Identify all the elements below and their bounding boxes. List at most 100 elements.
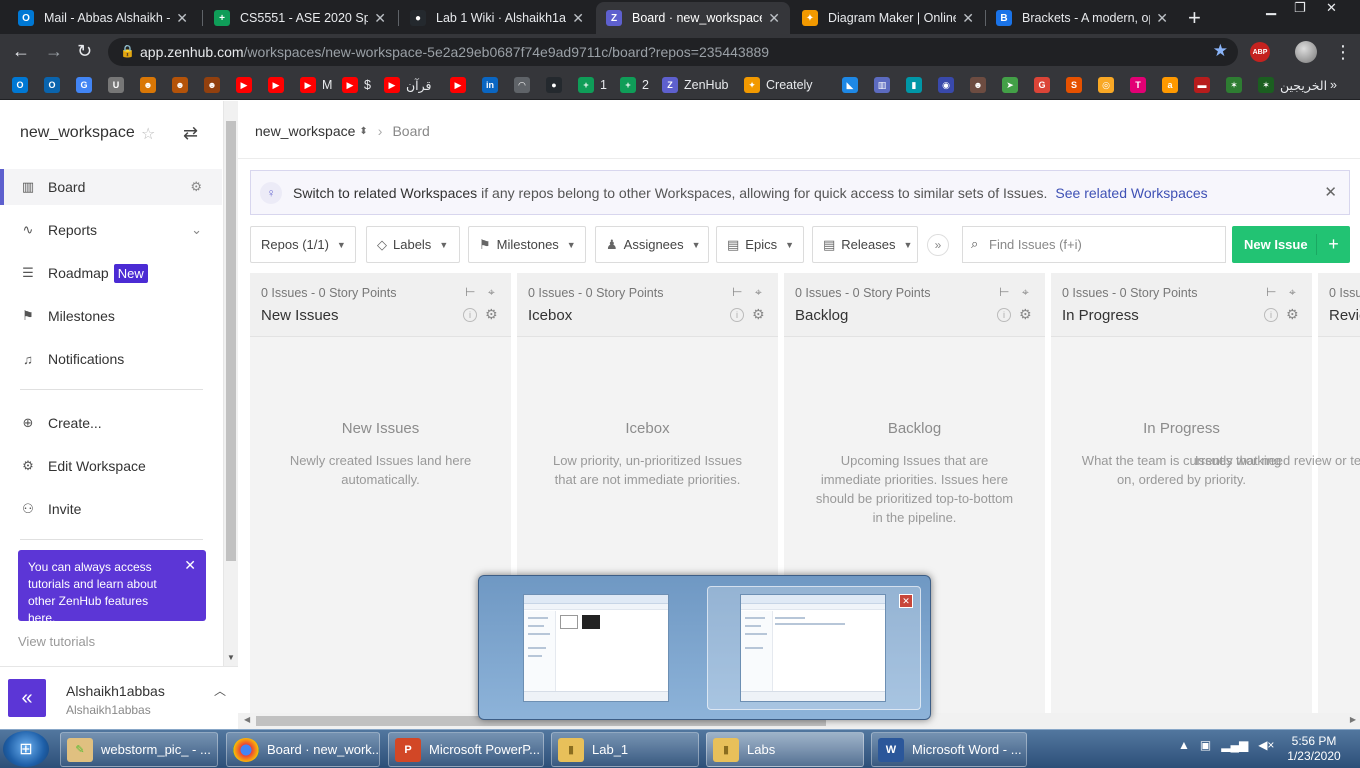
info-icon[interactable]: i — [730, 308, 744, 322]
device-icon[interactable]: ▣ — [1200, 738, 1211, 752]
pin-pipeline-icon[interactable]: ⌖ — [755, 285, 762, 300]
bookmark-item[interactable]: ● — [546, 76, 568, 94]
adblock-extension-icon[interactable]: ABP — [1250, 42, 1270, 62]
start-button[interactable]: ⊞ — [3, 731, 49, 767]
sidebar-item-notifications[interactable]: ♫ Notifications — [0, 341, 222, 377]
bookmark-item[interactable]: T — [1130, 76, 1152, 94]
browser-tab[interactable]: ✦ Diagram Maker | Online ✕ — [792, 2, 984, 34]
taskbar-item[interactable]: P Microsoft PowerP... — [388, 732, 544, 767]
taskbar-item-active[interactable]: ▮ Labs — [706, 732, 864, 767]
network-icon[interactable]: ▂▄▆ — [1221, 738, 1248, 752]
more-bookmarks-icon[interactable]: » — [1330, 76, 1337, 94]
bookmark-item[interactable]: ➤ — [1002, 76, 1024, 94]
taskbar-item[interactable]: ✎ webstorm_pic_ - ... — [60, 732, 218, 767]
bookmark-item[interactable]: ◎ — [1098, 76, 1120, 94]
gear-icon[interactable]: ⚙ — [752, 306, 765, 323]
taskbar-item[interactable]: ▮ Lab_1 — [551, 732, 699, 767]
bookmark-item[interactable]: Z ZenHub — [662, 76, 728, 94]
bookmark-item[interactable]: O — [12, 76, 34, 94]
releases-filter[interactable]: ▤ Releases ▼ — [812, 226, 918, 263]
search-input[interactable]: ⌕ Find Issues (f+i) — [962, 226, 1226, 263]
collapse-pipeline-icon[interactable]: ⊢ — [999, 285, 1009, 299]
bookmark-item[interactable]: ✦ Creately — [744, 76, 813, 94]
view-tutorials-link[interactable]: View tutorials — [18, 634, 95, 649]
more-filters-icon[interactable]: » — [927, 234, 949, 256]
info-icon[interactable]: i — [463, 308, 477, 322]
browser-tab[interactable]: B Brackets - A modern, op ✕ — [986, 2, 1178, 34]
plus-icon[interactable]: + — [1316, 234, 1350, 255]
bookmark-item[interactable]: a — [1162, 76, 1184, 94]
close-tab-icon[interactable]: ✕ — [768, 10, 780, 27]
bookmark-item[interactable]: ◉ — [938, 76, 960, 94]
bookmark-item[interactable]: ▥ — [874, 76, 896, 94]
bookmark-item[interactable]: ☻ — [204, 76, 226, 94]
bookmark-item[interactable]: S — [1066, 76, 1088, 94]
epics-filter[interactable]: ▤ Epics ▼ — [716, 226, 804, 263]
bookmark-item[interactable]: ▶ — [236, 76, 258, 94]
switch-workspace-icon[interactable]: ⇄ — [183, 123, 198, 144]
browser-tab-active[interactable]: Z Board · new_workspace ✕ — [596, 2, 790, 34]
repos-filter[interactable]: Repos (1/1) ▼ — [250, 226, 356, 263]
bookmark-item[interactable]: ▮ — [906, 76, 928, 94]
sidebar-item-reports[interactable]: ∿ Reports ⌄ — [0, 212, 222, 248]
browser-tab[interactable]: ● Lab 1 Wiki · Alshaikh1abb ✕ — [400, 2, 594, 34]
close-tab-icon[interactable]: ✕ — [374, 10, 386, 27]
collapse-sidebar-button[interactable]: « — [8, 679, 46, 717]
bookmark-item[interactable]: G — [1034, 76, 1056, 94]
bookmark-item[interactable]: ☻ — [970, 76, 992, 94]
sort-caret-icon[interactable]: ⬍ — [359, 126, 367, 137]
collapse-pipeline-icon[interactable]: ⊢ — [465, 285, 475, 299]
milestones-filter[interactable]: ⚑ Milestones ▼ — [468, 226, 586, 263]
close-tab-icon[interactable]: ✕ — [572, 10, 584, 27]
scroll-right-arrow-icon[interactable]: ▶ — [1350, 715, 1356, 724]
bookmark-item[interactable]: ☻ — [172, 76, 194, 94]
bookmark-item[interactable]: +1 — [578, 76, 607, 94]
minimize-window-button[interactable]: ▁ — [1266, 0, 1276, 16]
info-icon[interactable]: i — [1264, 308, 1278, 322]
pin-pipeline-icon[interactable]: ⌖ — [1022, 285, 1029, 300]
gear-icon[interactable]: ⚙ — [485, 306, 498, 323]
forward-icon[interactable]: → — [45, 41, 63, 62]
collapse-pipeline-icon[interactable]: ⊢ — [1266, 285, 1276, 299]
pin-pipeline-icon[interactable]: ⌖ — [1289, 285, 1296, 300]
show-hidden-icons-icon[interactable]: ▲ — [1178, 738, 1190, 752]
chevron-down-icon[interactable]: ⌄ — [191, 222, 202, 238]
bookmark-item[interactable]: ▶ M — [300, 76, 332, 94]
reload-icon[interactable]: ↻ — [77, 41, 92, 62]
bookmark-item[interactable]: ◣ — [842, 76, 864, 94]
taskbar-item[interactable]: W Microsoft Word - ... — [871, 732, 1027, 767]
close-tab-icon[interactable]: ✕ — [176, 10, 188, 27]
new-issue-button[interactable]: New Issue + — [1232, 226, 1350, 263]
address-bar[interactable]: 🔒 app.zenhub.com/workspaces/new-workspac… — [108, 38, 1238, 66]
sidebar-item-edit-workspace[interactable]: ⚙ Edit Workspace — [0, 448, 222, 484]
back-icon[interactable]: ← — [12, 41, 30, 62]
see-related-workspaces-link[interactable]: See related Workspaces — [1055, 185, 1207, 201]
sidebar-item-board[interactable]: ▥ Board ⚙ — [0, 169, 222, 205]
browser-tab[interactable]: O Mail - Abbas Alshaikh - O ✕ — [8, 2, 198, 34]
bookmark-item[interactable]: ▶ — [268, 76, 290, 94]
info-icon[interactable]: i — [997, 308, 1011, 322]
bookmark-item[interactable]: ✶ الخريجين — [1258, 76, 1327, 94]
bookmark-item[interactable]: in — [482, 76, 504, 94]
close-icon[interactable]: ✕ — [184, 557, 196, 574]
close-icon[interactable]: ✕ — [899, 594, 913, 608]
close-tab-icon[interactable]: ✕ — [1156, 10, 1168, 27]
board-settings-icon[interactable]: ⚙ — [190, 179, 202, 195]
sidebar-scrollbar[interactable]: ▼ — [224, 101, 238, 666]
collapse-pipeline-icon[interactable]: ⊢ — [732, 285, 742, 299]
profile-avatar[interactable] — [1295, 41, 1317, 63]
restore-window-button[interactable]: ❐ — [1294, 0, 1306, 16]
scrollbar-thumb[interactable] — [226, 121, 236, 561]
window-thumbnail-labs[interactable] — [740, 594, 886, 702]
bookmark-item[interactable]: +2 — [620, 76, 649, 94]
sidebar-item-roadmap[interactable]: ☰ Roadmap New — [0, 255, 222, 291]
chevron-up-icon[interactable]: ︿ — [214, 682, 226, 699]
bookmark-item[interactable]: ◠ — [514, 76, 536, 94]
bookmark-item[interactable]: ☻ — [140, 76, 162, 94]
bookmark-item[interactable]: G — [76, 76, 98, 94]
volume-icon[interactable]: ◀× — [1258, 738, 1274, 752]
bookmark-item[interactable]: ▶ — [450, 76, 472, 94]
bookmark-item[interactable]: O — [44, 76, 66, 94]
bookmark-star-icon[interactable]: ★ — [1213, 41, 1228, 61]
sidebar-item-milestones[interactable]: ⚑ Milestones — [0, 298, 222, 334]
